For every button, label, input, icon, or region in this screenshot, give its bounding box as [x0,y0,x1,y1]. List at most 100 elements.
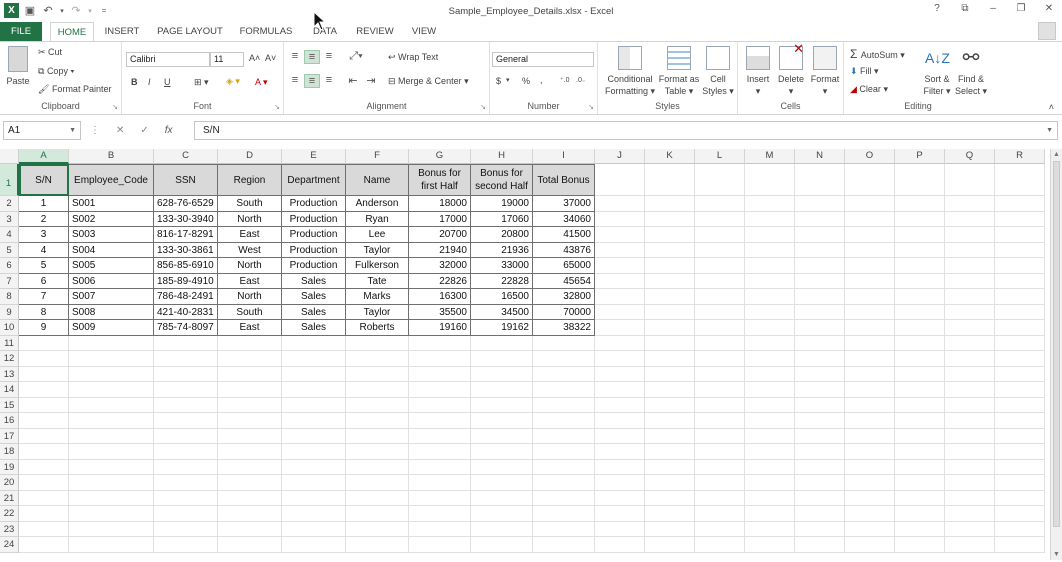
cell[interactable] [745,475,795,491]
percent-button[interactable]: % [522,76,530,86]
cell[interactable] [745,273,795,289]
table-cell[interactable]: Production [282,258,346,274]
cell[interactable] [795,258,845,274]
cell[interactable] [795,475,845,491]
table-cell[interactable]: 856-85-6910 [154,258,218,274]
cell[interactable] [695,397,745,413]
cell[interactable] [795,196,845,212]
cell[interactable] [895,366,945,382]
cell[interactable] [795,490,845,506]
cell[interactable] [218,506,282,522]
number-dialog-launcher-icon[interactable]: ↘ [588,103,594,111]
row-header-19[interactable]: 19 [0,459,19,475]
cell[interactable] [154,335,218,351]
table-cell[interactable]: 9 [19,320,69,336]
cell[interactable] [945,382,995,398]
cell[interactable] [282,397,346,413]
cell[interactable] [645,490,695,506]
cell[interactable] [645,521,695,537]
comma-button[interactable]: , [540,75,543,85]
cell[interactable] [995,537,1045,553]
table-cell[interactable]: S002 [69,211,154,227]
cell[interactable] [845,382,895,398]
close-button[interactable]: ✕ [1042,3,1056,14]
cell[interactable] [795,366,845,382]
cell[interactable] [19,506,69,522]
table-cell[interactable]: 7 [19,289,69,305]
cell[interactable] [282,366,346,382]
table-cell[interactable]: 20700 [409,227,471,243]
cell[interactable] [945,366,995,382]
decrease-decimal-icon[interactable]: .0₋ [576,76,586,84]
cell[interactable] [218,444,282,460]
tab-formulas[interactable]: FORMULAS [236,22,296,41]
cell[interactable] [471,459,533,475]
name-box-dropdown-icon[interactable]: ▼ [69,122,76,139]
cell[interactable] [69,351,154,367]
table-header-cell[interactable]: Bonus for first Half [409,164,471,196]
cell[interactable] [695,521,745,537]
column-header-l[interactable]: L [695,149,745,164]
cell[interactable] [595,366,645,382]
column-header-h[interactable]: H [471,149,533,164]
table-cell[interactable]: 786-48-2491 [154,289,218,305]
cell[interactable] [945,444,995,460]
cell[interactable] [695,382,745,398]
cell[interactable] [409,506,471,522]
cell[interactable] [995,490,1045,506]
cell[interactable] [533,537,595,553]
cell[interactable] [282,459,346,475]
cell[interactable] [69,475,154,491]
cell[interactable] [645,428,695,444]
paste-button[interactable]: Paste [4,46,32,87]
table-cell[interactable]: Sales [282,289,346,305]
cell[interactable] [218,537,282,553]
table-cell[interactable]: North [218,211,282,227]
table-cell[interactable]: 5 [19,258,69,274]
cell[interactable] [595,164,645,196]
cell[interactable] [218,475,282,491]
cell[interactable] [745,227,795,243]
cell[interactable] [19,475,69,491]
cell[interactable] [645,335,695,351]
increase-decimal-icon[interactable]: ⁺.0 [560,76,570,84]
cell[interactable] [895,304,945,320]
cell[interactable] [945,164,995,196]
cell[interactable] [845,366,895,382]
ribbon-display-options-button[interactable]: ⧉ [958,3,972,14]
cell[interactable] [895,335,945,351]
cell[interactable] [895,351,945,367]
cell[interactable] [19,397,69,413]
table-cell[interactable]: 421-40-2831 [154,304,218,320]
cell[interactable] [795,351,845,367]
cell[interactable] [218,413,282,429]
cell[interactable] [282,490,346,506]
cell[interactable] [346,506,409,522]
cell[interactable] [995,397,1045,413]
help-button[interactable]: ? [930,3,944,14]
cell[interactable] [745,506,795,522]
cell[interactable] [595,227,645,243]
cell[interactable] [645,258,695,274]
minimize-button[interactable]: – [986,3,1000,14]
cell[interactable] [595,428,645,444]
row-header-16[interactable]: 16 [0,413,19,429]
underline-button[interactable]: U [164,77,171,87]
user-avatar[interactable] [1038,22,1056,40]
cell[interactable] [695,506,745,522]
cell[interactable] [533,521,595,537]
cell[interactable] [795,459,845,475]
cell[interactable] [845,196,895,212]
table-cell[interactable]: Sales [282,304,346,320]
scroll-up-icon[interactable]: ▲ [1053,151,1060,158]
table-cell[interactable]: S004 [69,242,154,258]
table-cell[interactable]: 816-17-8291 [154,227,218,243]
cell[interactable] [645,351,695,367]
cell[interactable] [218,459,282,475]
cell[interactable] [945,273,995,289]
cell[interactable] [595,258,645,274]
font-size-select[interactable]: 11 [210,52,244,67]
cell[interactable] [745,459,795,475]
cell[interactable] [533,444,595,460]
bold-button[interactable]: B [131,77,138,87]
